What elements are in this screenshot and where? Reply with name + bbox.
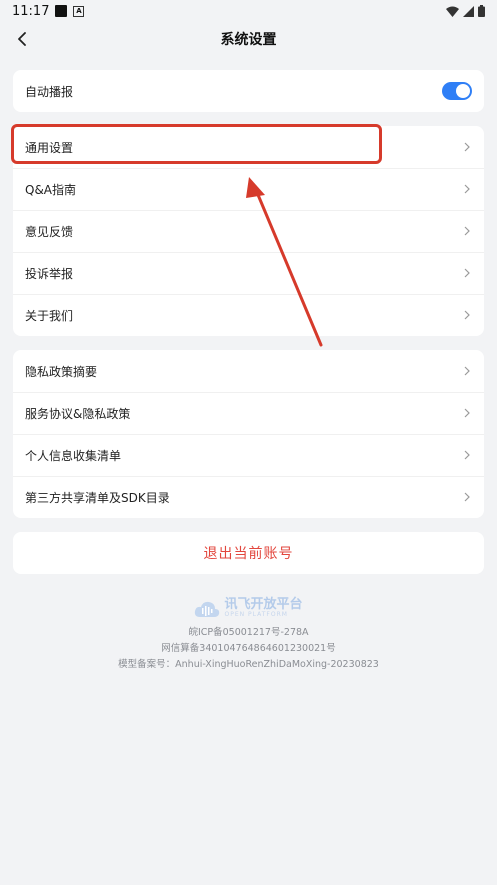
signal-icon (463, 5, 474, 17)
page-title: 系统设置 (220, 32, 277, 48)
model-record: 模型备案号：Anhui-XingHuoRenZhiDaMoXing-202308… (118, 659, 379, 670)
privacy-card: 隐私政策摘要 服务协议&隐私政策 个人信息收集清单 第三方共享清单及SDK目录 (13, 350, 484, 518)
privacy-item-info-list[interactable]: 个人信息收集清单 (13, 434, 484, 476)
settings-item-general[interactable]: 通用设置 (13, 126, 484, 168)
settings-item-label: 关于我们 (25, 308, 74, 323)
chevron-right-icon (462, 450, 472, 460)
toggle-knob (456, 84, 470, 98)
privacy-item-sdk-list[interactable]: 第三方共享清单及SDK目录 (13, 476, 484, 518)
nav-bar: 系统设置 (0, 22, 497, 56)
notification-icon (55, 5, 68, 17)
chevron-right-icon (462, 366, 472, 376)
logo-text: 讯飞开放平台 (224, 597, 303, 612)
privacy-item-agreement[interactable]: 服务协议&隐私政策 (13, 392, 484, 434)
privacy-item-label: 服务协议&隐私政策 (25, 406, 131, 421)
logo-subtext: OPEN PLATFORM (224, 611, 288, 618)
status-right (446, 5, 485, 17)
settings-card: 通用设置 Q&A指南 意见反馈 投诉举报 关于我们 (13, 126, 484, 336)
settings-item-qa[interactable]: Q&A指南 (13, 168, 484, 210)
chevron-left-icon (18, 32, 26, 46)
app-notification-icon: A (73, 5, 85, 17)
chevron-right-icon (462, 408, 472, 418)
chevron-right-icon (462, 310, 472, 320)
chevron-right-icon (462, 184, 472, 194)
logout-card: 退出当前账号 (13, 532, 484, 574)
battery-icon (478, 5, 485, 17)
settings-item-feedback[interactable]: 意见反馈 (13, 210, 484, 252)
platform-logo: 讯飞开放平台 OPEN PLATFORM (0, 597, 497, 619)
chevron-right-icon (462, 142, 472, 152)
status-left: 11:17 A (12, 3, 85, 19)
privacy-item-label: 隐私政策摘要 (25, 364, 98, 379)
settings-item-label: 投诉举报 (25, 266, 74, 281)
clock: 11:17 (12, 3, 50, 19)
privacy-item-summary[interactable]: 隐私政策摘要 (13, 350, 484, 392)
settings-item-about[interactable]: 关于我们 (13, 294, 484, 336)
privacy-item-label: 个人信息收集清单 (25, 448, 122, 463)
auto-broadcast-card: 自动播报 (13, 70, 484, 112)
status-bar: 11:17 A (0, 0, 497, 22)
logo-text-block: 讯飞开放平台 OPEN PLATFORM (224, 597, 303, 619)
back-button[interactable] (10, 27, 34, 51)
settings-item-report[interactable]: 投诉举报 (13, 252, 484, 294)
logout-button[interactable]: 退出当前账号 (13, 532, 484, 574)
wifi-icon (446, 6, 459, 17)
settings-item-label: Q&A指南 (25, 182, 77, 197)
icp-record: 皖ICP备05001217号-278A (188, 627, 309, 638)
auto-broadcast-row: 自动播报 (13, 70, 484, 112)
chevron-right-icon (462, 492, 472, 502)
privacy-item-label: 第三方共享清单及SDK目录 (25, 490, 170, 505)
chevron-right-icon (462, 268, 472, 278)
chevron-right-icon (462, 226, 472, 236)
settings-item-label: 意见反馈 (25, 224, 74, 239)
footer: 皖ICP备05001217号-278A 网信算备3401047648646012… (0, 625, 497, 673)
algorithm-record: 网信算备340104764864601230021号 (161, 643, 336, 654)
settings-item-label: 通用设置 (25, 140, 74, 155)
auto-broadcast-toggle[interactable] (442, 82, 472, 100)
cloud-wave-icon (195, 601, 220, 617)
auto-broadcast-label: 自动播报 (25, 84, 74, 99)
